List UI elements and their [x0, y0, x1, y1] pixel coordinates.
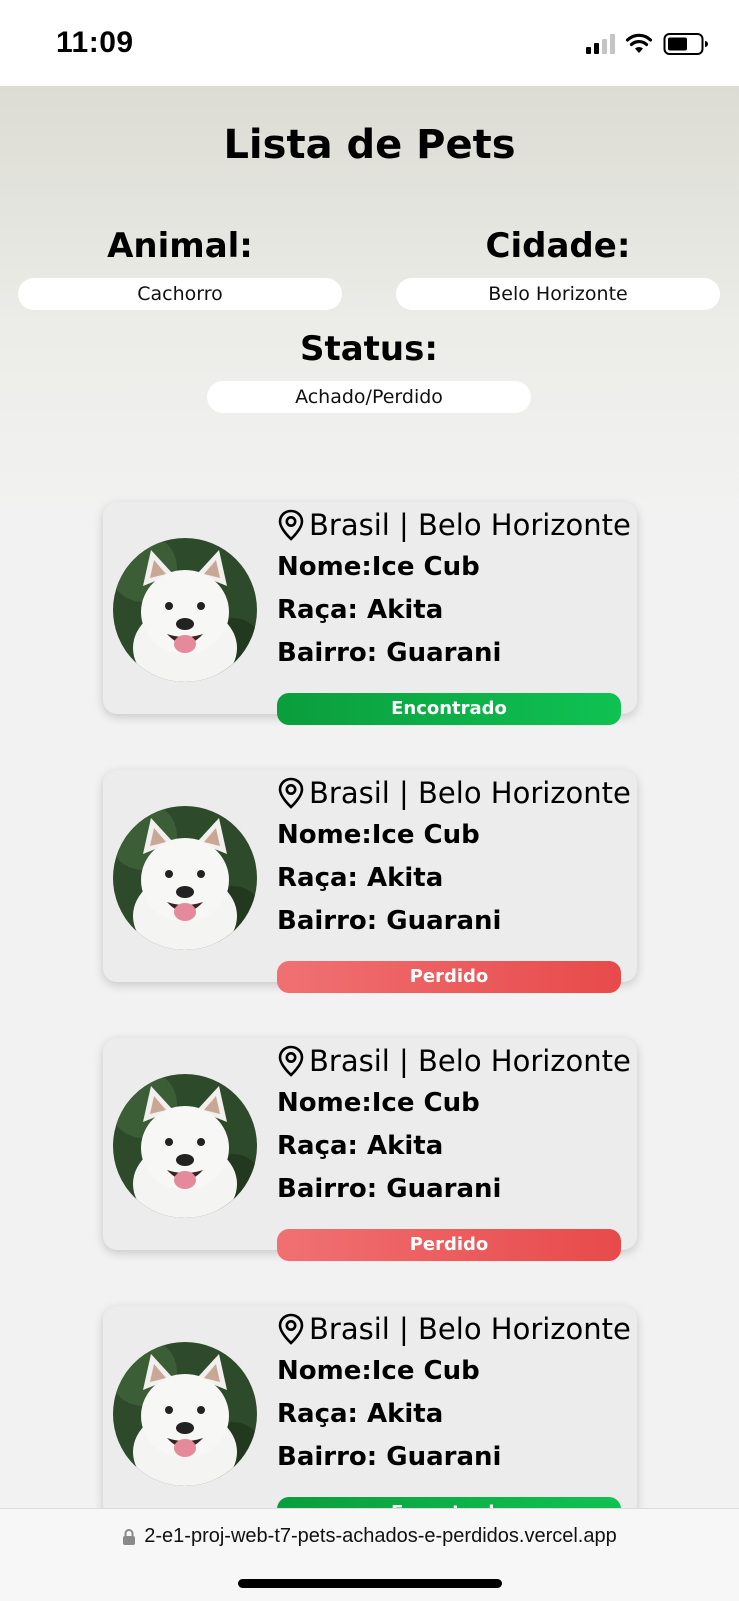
card-name: Nome:Ice Cub [277, 1356, 480, 1386]
card-neighborhood: Bairro: Guarani [277, 638, 502, 668]
battery-icon [663, 33, 708, 55]
status-filter-input[interactable]: Achado/Perdido [207, 381, 531, 413]
card-breed: Raça: Akita [277, 1131, 444, 1161]
pet-card[interactable]: Brasil | Belo Horizonte Nome:Ice Cub Raç… [103, 502, 637, 725]
cidade-filter-input[interactable]: Belo Horizonte [396, 278, 720, 310]
location-pin-icon [278, 509, 304, 541]
card-breed: Raça: Akita [277, 1399, 444, 1429]
animal-filter-input[interactable]: Cachorro [18, 278, 342, 310]
card-breed: Raça: Akita [277, 863, 444, 893]
pet-photo [113, 1074, 257, 1218]
status-badge: Encontrado [277, 1497, 621, 1508]
home-indicator[interactable] [238, 1579, 502, 1588]
card-location-text: Brasil | Belo Horizonte [309, 1044, 631, 1078]
card-name: Nome:Ice Cub [277, 1088, 480, 1118]
status-filter-label: Status: [300, 329, 438, 369]
cellular-signal-icon [586, 34, 615, 54]
card-location: Brasil | Belo Horizonte [277, 776, 631, 810]
lock-icon [123, 1528, 136, 1545]
status-badge: Encontrado [277, 693, 621, 725]
url-row[interactable]: 2-e1-proj-web-t7-pets-achados-e-perdidos… [0, 1525, 739, 1548]
card-location: Brasil | Belo Horizonte [277, 1312, 631, 1346]
location-pin-icon [278, 1313, 304, 1345]
card-location: Brasil | Belo Horizonte [277, 508, 631, 542]
location-pin-icon [278, 777, 304, 809]
pet-photo [113, 1342, 257, 1486]
pet-card[interactable]: Brasil | Belo Horizonte Nome:Ice Cub Raç… [103, 1306, 637, 1508]
card-neighborhood: Bairro: Guarani [277, 1174, 502, 1204]
cidade-filter-label: Cidade: [485, 226, 631, 266]
pet-photo [113, 538, 257, 682]
card-name: Nome:Ice Cub [277, 552, 480, 582]
card-location-text: Brasil | Belo Horizonte [309, 508, 631, 542]
animal-filter-label: Animal: [107, 226, 253, 266]
card-neighborhood: Bairro: Guarani [277, 906, 502, 936]
pet-card[interactable]: Brasil | Belo Horizonte Nome:Ice Cub Raç… [103, 770, 637, 993]
wifi-icon [625, 33, 653, 53]
page-title: Lista de Pets [223, 122, 516, 168]
status-badge: Perdido [277, 961, 621, 993]
status-bar: 11:09 [0, 0, 739, 86]
card-name: Nome:Ice Cub [277, 820, 480, 850]
status-time: 11:09 [56, 26, 134, 59]
card-location: Brasil | Belo Horizonte [277, 1044, 631, 1078]
page-content: Lista de Pets Animal: Cachorro Cidade: B… [0, 86, 739, 1508]
status-icons [586, 30, 709, 58]
browser-url-bar[interactable]: 2-e1-proj-web-t7-pets-achados-e-perdidos… [0, 1508, 739, 1601]
card-breed: Raça: Akita [277, 595, 444, 625]
url-text[interactable]: 2-e1-proj-web-t7-pets-achados-e-perdidos… [144, 1525, 616, 1548]
status-badge: Perdido [277, 1229, 621, 1261]
location-pin-icon [278, 1045, 304, 1077]
pet-card[interactable]: Brasil | Belo Horizonte Nome:Ice Cub Raç… [103, 1038, 637, 1261]
card-location-text: Brasil | Belo Horizonte [309, 1312, 631, 1346]
pet-photo [113, 806, 257, 950]
card-neighborhood: Bairro: Guarani [277, 1442, 502, 1472]
card-location-text: Brasil | Belo Horizonte [309, 776, 631, 810]
